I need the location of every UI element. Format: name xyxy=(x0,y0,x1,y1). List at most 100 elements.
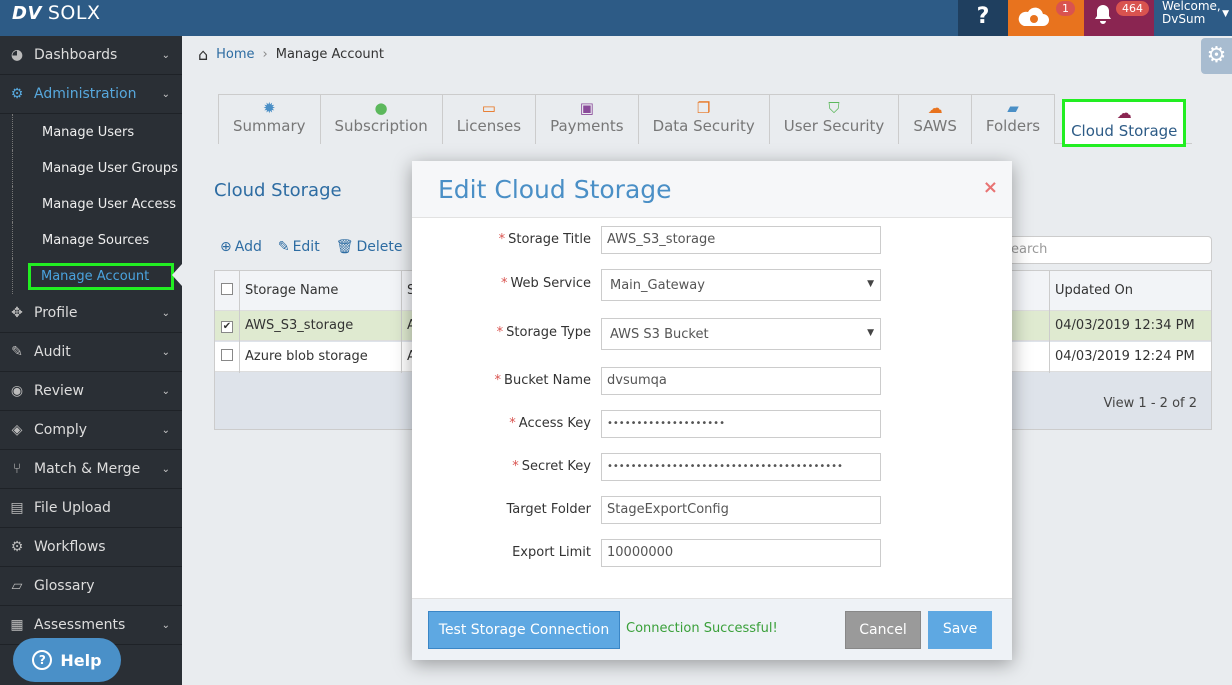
chevron-down-icon: ⌄ xyxy=(161,619,170,631)
bucket-name-input[interactable]: dvsumqa xyxy=(601,367,881,395)
clipboard-icon: ▦ xyxy=(10,617,24,633)
close-icon[interactable]: × xyxy=(983,177,998,198)
tab-user-security[interactable]: ⛉ User Security xyxy=(768,94,900,144)
trash-icon: 🗑 xyxy=(335,239,354,255)
save-button[interactable]: Save xyxy=(928,611,992,649)
access-key-input[interactable]: •••••••••••••••••••• xyxy=(601,410,881,438)
sidebar-sub-manage-account[interactable]: Manage Account xyxy=(12,258,182,294)
add-button[interactable]: ⊕ Add xyxy=(220,239,262,255)
panel-title: Cloud Storage xyxy=(214,180,342,201)
row-bucket-name: * Bucket Name dvsumqa xyxy=(412,367,1012,395)
sidebar-item-workflows[interactable]: ⚙ Workflows xyxy=(0,528,182,567)
tab-payments[interactable]: ▣ Payments xyxy=(535,94,639,144)
cancel-button[interactable]: Cancel xyxy=(845,611,921,649)
label-target-folder: Target Folder xyxy=(506,502,591,517)
row-checkbox[interactable] xyxy=(215,349,239,364)
modal-footer: Test Storage Connection Connection Succe… xyxy=(412,598,1012,660)
help-question-button[interactable]: ? xyxy=(958,0,1008,36)
select-all-checkbox[interactable] xyxy=(215,283,239,298)
edit-icon: ✎ xyxy=(11,344,23,360)
sidebar-item-profile[interactable]: ✥ Profile ⌄ xyxy=(0,294,182,333)
caret-down-icon: ▼ xyxy=(1222,9,1229,19)
account-tabs: ✹ Summary ● Subscription ▭ Licenses ▣ Paymen… xyxy=(218,94,1193,147)
sidebar-item-dashboards[interactable]: ◕ Dashboards ⌄ xyxy=(0,36,182,75)
top-bar: DV SOLX ? 1 464 Welcome, DvSum ▼ xyxy=(0,0,1232,36)
row-checkbox[interactable]: ✔ xyxy=(215,318,239,333)
sidebar-sub-manage-user-access[interactable]: Manage User Access xyxy=(12,186,182,222)
sidebar-item-administration[interactable]: ⚙ Administration ⌄ xyxy=(0,75,182,114)
label-secret-key: * Secret Key xyxy=(512,459,591,474)
modal-header: Edit Cloud Storage × xyxy=(412,161,1012,218)
target-folder-input[interactable]: StageExportConfig xyxy=(601,496,881,524)
notifications-button[interactable]: 464 xyxy=(1084,0,1154,36)
column-divider xyxy=(401,271,402,373)
caret-down-icon: ▼ xyxy=(867,279,874,289)
label-access-key: * Access Key xyxy=(509,416,591,431)
tab-folders[interactable]: ▰ Folders xyxy=(970,94,1056,144)
home-icon[interactable]: ⌂ xyxy=(198,45,208,64)
edit-button[interactable]: ✎ Edit xyxy=(278,239,320,255)
copy-icon: ❐ xyxy=(696,99,711,117)
export-limit-input[interactable]: 10000000 xyxy=(601,539,881,567)
row-storage-title: * Storage Title AWS_S3_storage xyxy=(412,226,1012,254)
settings-gear-icon[interactable]: ⚙ xyxy=(1201,38,1232,74)
sidebar-item-match-merge[interactable]: ⑂ Match & Merge ⌄ xyxy=(0,450,182,489)
caret-down-icon: ▼ xyxy=(867,328,874,338)
tab-subscription[interactable]: ● Subscription xyxy=(319,94,443,144)
sidebar-item-file-upload[interactable]: ▤ File Upload xyxy=(0,489,182,528)
secret-key-input[interactable]: •••••••••••••••••••••••••••••••••••••••• xyxy=(601,453,881,481)
label-bucket-name: * Bucket Name xyxy=(494,373,591,388)
sidebar-item-label: Administration xyxy=(34,86,137,102)
cloud-storage-icon: ☁ xyxy=(1116,104,1132,122)
chevron-down-icon: ⌄ xyxy=(161,49,170,61)
col-updated-on[interactable]: Updated On xyxy=(1055,283,1133,298)
breadcrumb-separator: › xyxy=(262,47,268,62)
column-divider xyxy=(239,271,240,373)
breadcrumb-home[interactable]: Home xyxy=(216,47,254,62)
credit-card-icon: ▭ xyxy=(481,99,496,117)
review-icon: ◉ xyxy=(10,383,24,399)
tab-cloud-storage[interactable]: ☁ Cloud Storage xyxy=(1062,99,1187,147)
storage-title-input[interactable]: AWS_S3_storage xyxy=(601,226,881,254)
delete-button[interactable]: 🗑 Delete xyxy=(336,239,403,255)
modal-title: Edit Cloud Storage xyxy=(438,175,672,204)
tab-summary[interactable]: ✹ Summary xyxy=(218,94,321,144)
logo-mark: DV xyxy=(12,2,42,24)
question-circle-icon: ? xyxy=(32,650,53,670)
chevron-down-icon: ⌄ xyxy=(161,424,170,436)
sidebar-item-comply[interactable]: ◈ Comply ⌄ xyxy=(0,411,182,450)
connection-status: Connection Successful! xyxy=(626,621,778,636)
question-icon: ? xyxy=(976,4,990,29)
web-service-select[interactable]: Main_Gateway ▼ xyxy=(601,269,881,301)
sidebar-item-glossary[interactable]: ▱ Glossary xyxy=(0,567,182,606)
cloud-gear-icon: ☁ xyxy=(927,99,943,117)
label-storage-type: * Storage Type xyxy=(496,325,591,340)
col-storage-name[interactable]: Storage Name xyxy=(245,283,338,298)
tab-saws[interactable]: ☁ SAWS xyxy=(898,94,972,144)
cloud-gear-icon xyxy=(1016,4,1050,36)
sidebar-sub-manage-user-groups[interactable]: Manage User Groups xyxy=(12,150,182,186)
app-logo[interactable]: DV SOLX xyxy=(12,2,101,24)
sidebar-sub-manage-sources[interactable]: Manage Sources xyxy=(12,222,182,258)
chevron-down-icon: ⌄ xyxy=(161,463,170,475)
user-menu[interactable]: Welcome, DvSum ▼ xyxy=(1154,0,1232,36)
search-input[interactable]: earch xyxy=(990,236,1212,264)
tags-icon: ◈ xyxy=(11,422,23,438)
pager-info: View 1 - 2 of 2 xyxy=(1103,396,1197,411)
sidebar-item-audit[interactable]: ✎ Audit ⌄ xyxy=(0,333,182,372)
storage-type-select[interactable]: AWS S3 Bucket ▼ xyxy=(601,318,881,350)
chevron-down-icon: ⌄ xyxy=(161,385,170,397)
file-icon: ▤ xyxy=(10,500,24,516)
bell-icon xyxy=(1094,4,1112,29)
dashboard-icon: ◕ xyxy=(10,47,24,63)
test-storage-connection-button[interactable]: Test Storage Connection xyxy=(428,611,620,649)
tab-data-security[interactable]: ❐ Data Security xyxy=(637,94,770,144)
tab-licenses[interactable]: ▭ Licenses xyxy=(441,94,537,144)
sidebar-item-review[interactable]: ◉ Review ⌄ xyxy=(0,372,182,411)
help-button[interactable]: ? Help xyxy=(13,638,121,682)
sidebar-sub-manage-users[interactable]: Manage Users xyxy=(12,114,182,150)
sidebar-item-label: Dashboards xyxy=(34,47,118,63)
folder-open-icon: ▰ xyxy=(1007,99,1019,117)
crosshairs-icon: ✥ xyxy=(11,305,23,321)
cloud-jobs-button[interactable]: 1 xyxy=(1008,0,1084,36)
